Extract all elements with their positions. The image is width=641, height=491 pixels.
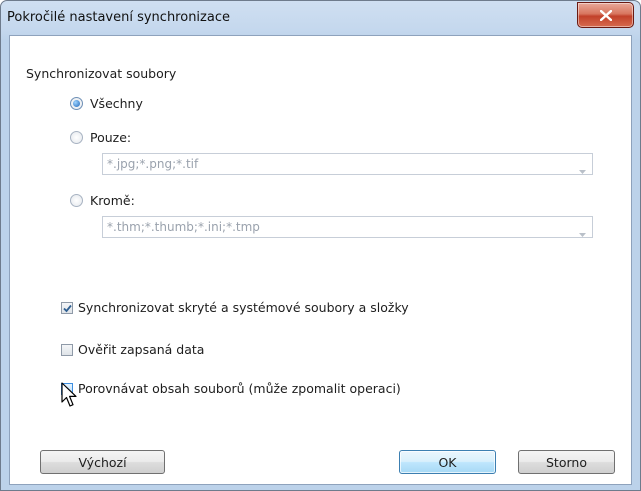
radio-all-button[interactable]	[70, 97, 83, 110]
radio-only-label: Pouze:	[90, 130, 132, 145]
only-filter-value: *.jpg;*.png;*.tif	[107, 157, 199, 171]
cancel-button[interactable]: Storno	[518, 450, 615, 474]
advanced-sync-settings-dialog: Pokročilé nastavení synchronizace Synchr…	[0, 0, 641, 491]
checkbox-compare-content[interactable]: Porovnávat obsah souborů (může zpomalit …	[61, 381, 401, 396]
window-title: Pokročilé nastavení synchronizace	[7, 10, 230, 25]
checkbox-verify-written-box[interactable]	[61, 343, 73, 356]
checkbox-compare-content-label: Porovnávat obsah souborů (může zpomalit …	[78, 381, 401, 396]
radio-except[interactable]: Kromě:	[70, 193, 135, 208]
close-icon	[599, 9, 612, 21]
radio-only-button[interactable]	[70, 131, 83, 144]
sync-files-label: Synchronizovat soubory	[26, 66, 177, 81]
checkbox-verify-written[interactable]: Ověřit zapsaná data	[61, 342, 204, 357]
ok-button[interactable]: OK	[399, 450, 496, 474]
chevron-down-icon	[579, 225, 586, 240]
defaults-button[interactable]: Výchozí	[40, 450, 165, 474]
title-bar[interactable]: Pokročilé nastavení synchronizace	[1, 1, 640, 35]
checkbox-verify-written-label: Ověřit zapsaná data	[78, 342, 205, 357]
except-filter-combo[interactable]: *.thm;*.thumb;*.ini;*.tmp	[102, 216, 593, 238]
checkbox-hidden-system-box[interactable]	[61, 301, 73, 314]
except-filter-value: *.thm;*.thumb;*.ini;*.tmp	[107, 220, 260, 234]
checkbox-hidden-system[interactable]: Synchronizovat skryté a systémové soubor…	[61, 300, 409, 315]
close-button[interactable]	[577, 2, 634, 28]
radio-all-label: Všechny	[90, 96, 143, 111]
chevron-down-icon	[579, 162, 586, 177]
radio-only[interactable]: Pouze:	[70, 130, 131, 145]
checkmark-icon	[63, 304, 72, 312]
checkbox-hidden-system-label: Synchronizovat skryté a systémové soubor…	[78, 300, 409, 315]
dialog-content: Synchronizovat soubory Všechny Pouze: *.…	[9, 35, 632, 485]
only-filter-combo[interactable]: *.jpg;*.png;*.tif	[102, 153, 593, 175]
radio-except-label: Kromě:	[90, 193, 135, 208]
radio-all[interactable]: Všechny	[70, 96, 143, 111]
mouse-cursor-icon	[61, 382, 78, 411]
radio-except-button[interactable]	[70, 194, 83, 207]
